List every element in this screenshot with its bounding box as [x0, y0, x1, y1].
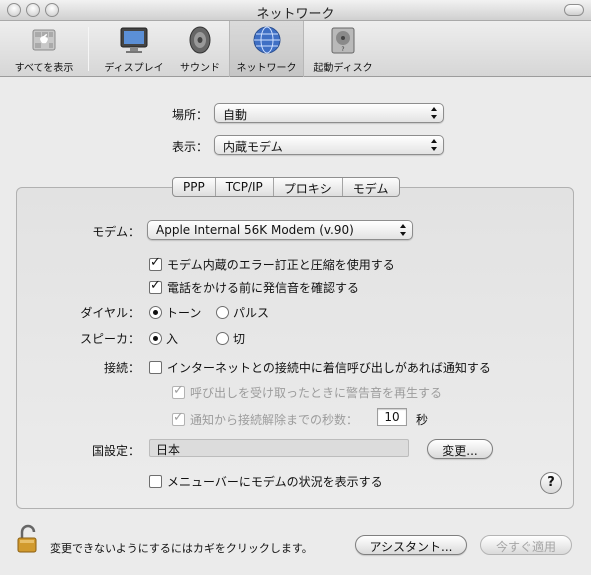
- menubar-status-label: メニューバーにモデムの状況を表示する: [167, 475, 383, 489]
- speaker-on-option: 入: [166, 332, 179, 346]
- tab-tcpip[interactable]: TCP/IP: [216, 178, 274, 196]
- apply-now-button[interactable]: 今すぐ適用: [480, 535, 572, 555]
- disconnect-seconds-label: 通知から接続解除までの秒数：: [190, 413, 359, 427]
- network-globe-icon: [253, 26, 280, 54]
- play-alert-checkbox[interactable]: ✓ 呼び出しを受け取ったときに警告音を再生する: [172, 383, 443, 401]
- checkbox-box: [149, 475, 162, 488]
- toolbar-label-display: ディスプレイ: [104, 63, 164, 74]
- show-label: 表示：: [171, 140, 208, 154]
- toolbar-label-startup-disk: 起動ディスク: [313, 63, 373, 74]
- tab-modem[interactable]: モデム: [343, 178, 399, 196]
- speaker-icon: [189, 26, 211, 54]
- checkbox-box: ✓: [172, 410, 185, 426]
- dial-label: ダイヤル：: [80, 306, 140, 320]
- radio-button-icon: [149, 332, 162, 345]
- dial-tone-radio[interactable]: トーン: [149, 304, 201, 321]
- lock-instruction-text: 変更できないようにするにはカギをクリックします。: [50, 542, 313, 555]
- disconnect-seconds-checkbox[interactable]: ✓ 通知から接続解除までの秒数：: [172, 410, 359, 428]
- play-alert-label: 呼び出しを受け取ったときに警告音を再生する: [190, 386, 443, 400]
- startup-disk-icon: ?: [331, 27, 355, 54]
- location-value: 自動: [223, 108, 248, 122]
- dial-tone-checkbox[interactable]: ✓ 電話をかける前に発信音を確認する: [149, 278, 360, 296]
- dial-tone-option: トーン: [166, 306, 202, 320]
- checkmark-icon: ✓: [173, 410, 184, 425]
- assistant-button[interactable]: アシスタント...: [355, 535, 467, 555]
- toolbar-network[interactable]: ネットワーク: [229, 21, 304, 77]
- dial-pulse-radio[interactable]: パルス: [216, 304, 269, 321]
- checkbox-box: ✓: [149, 278, 162, 294]
- title-bar: ネットワーク: [0, 0, 591, 22]
- lock-icon[interactable]: [16, 524, 42, 554]
- preferences-window: ネットワーク すべてを表示 ディスプレイ サウンド ネットワーク ? 起動ディス…: [0, 0, 591, 575]
- modem-popup[interactable]: Apple Internal 56K Modem (v.90): [147, 220, 413, 240]
- change-country-button[interactable]: 変更...: [427, 439, 493, 459]
- error-correction-checkbox[interactable]: ✓ モデム内蔵のエラー訂正と圧縮を使用する: [149, 255, 395, 273]
- radio-button-icon: [149, 306, 162, 319]
- popup-arrows-icon: [400, 224, 406, 236]
- checkmark-icon: ✓: [150, 255, 161, 270]
- notify-incoming-checkbox[interactable]: インターネットとの接続中に着信呼び出しがあれば通知する: [149, 359, 491, 376]
- svg-text:?: ?: [341, 46, 344, 53]
- checkbox-box: ✓: [172, 383, 185, 399]
- speaker-on-radio[interactable]: 入: [149, 330, 178, 347]
- connection-label: 接続：: [103, 361, 140, 375]
- country-label: 国設定：: [91, 444, 140, 458]
- window-title: ネットワーク: [256, 7, 335, 22]
- toolbar-show-all[interactable]: すべてを表示: [4, 21, 84, 77]
- toolbar-separator: [88, 27, 89, 71]
- checkmark-icon: ✓: [150, 278, 161, 293]
- country-field: 日本: [149, 439, 409, 457]
- speaker-label: スピーカ：: [79, 332, 140, 346]
- display-icon: [120, 27, 148, 53]
- toolbar-toggle-button[interactable]: [564, 4, 584, 16]
- error-correction-label: モデム内蔵のエラー訂正と圧縮を使用する: [167, 258, 395, 272]
- toolbar-startup-disk[interactable]: ? 起動ディスク: [304, 21, 382, 77]
- toolbar-label-sound: サウンド: [180, 63, 220, 74]
- toolbar-display[interactable]: ディスプレイ: [96, 21, 172, 77]
- seconds-unit: 秒: [416, 413, 429, 427]
- dial-tone-label: 電話をかける前に発信音を確認する: [167, 281, 360, 295]
- toolbar: すべてを表示 ディスプレイ サウンド ネットワーク ? 起動ディスク: [0, 21, 591, 77]
- show-popup[interactable]: 内蔵モデム: [214, 135, 444, 155]
- radio-button-icon: [216, 306, 229, 319]
- modem-label: モデム：: [92, 225, 140, 239]
- toolbar-label-network: ネットワーク: [236, 63, 297, 74]
- speaker-off-radio[interactable]: 切: [216, 330, 245, 347]
- speaker-off-option: 切: [233, 332, 246, 346]
- tab-bar: PPP TCP/IP プロキシ モデム: [172, 177, 400, 197]
- apple-icon: [32, 29, 56, 51]
- location-label: 場所：: [171, 108, 208, 122]
- checkbox-box: ✓: [149, 255, 162, 271]
- menubar-status-checkbox[interactable]: メニューバーにモデムの状況を表示する: [149, 473, 383, 490]
- modem-value: Apple Internal 56K Modem (v.90): [156, 223, 354, 237]
- tab-proxy[interactable]: プロキシ: [274, 178, 343, 196]
- popup-arrows-icon: [431, 107, 437, 119]
- dial-pulse-option: パルス: [233, 306, 270, 320]
- notify-incoming-label: インターネットとの接続中に着信呼び出しがあれば通知する: [167, 361, 491, 375]
- toolbar-label-show-all: すべてを表示: [14, 63, 74, 74]
- popup-arrows-icon: [431, 139, 437, 151]
- checkbox-box: [149, 361, 162, 374]
- seconds-input[interactable]: 10: [377, 408, 407, 426]
- help-button[interactable]: ?: [540, 472, 562, 494]
- show-value: 内蔵モデム: [223, 140, 283, 154]
- tab-ppp[interactable]: PPP: [173, 178, 216, 196]
- toolbar-sound[interactable]: サウンド: [172, 21, 228, 77]
- location-popup[interactable]: 自動: [214, 103, 444, 123]
- checkmark-icon: ✓: [173, 383, 184, 398]
- radio-button-icon: [216, 332, 229, 345]
